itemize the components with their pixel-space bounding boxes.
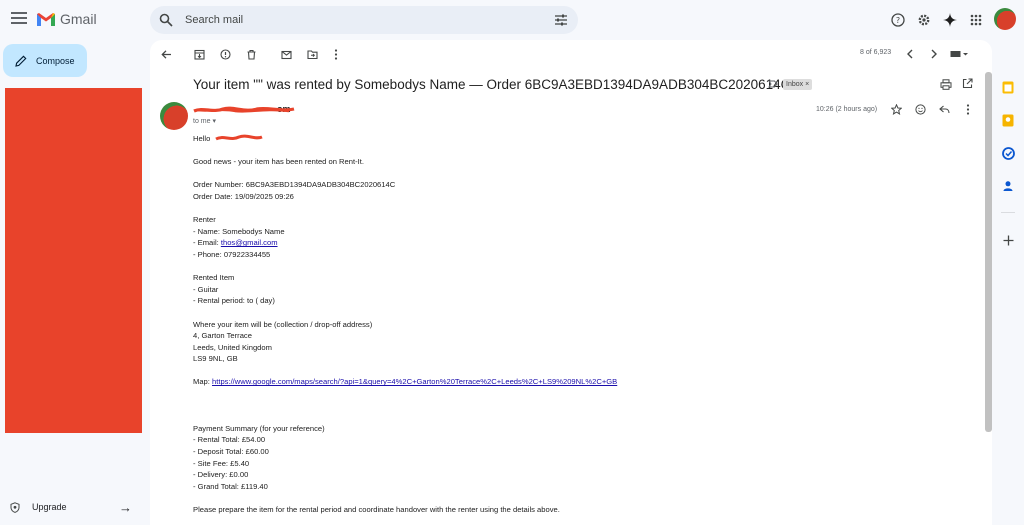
main-menu-icon[interactable] <box>11 12 27 26</box>
map-label: Map: <box>193 377 212 387</box>
renter-email-label: - Email: <box>193 238 221 248</box>
chevron-right-icon[interactable] <box>928 48 940 60</box>
email-view: 8 of 6,923 Your item "" was rented by So… <box>150 40 992 525</box>
contacts-icon[interactable] <box>1001 179 1015 193</box>
site-fee: - Site Fee: £5.40 <box>193 458 250 468</box>
renter-name: - Name: Somebodys Name <box>193 226 285 236</box>
recipient-details-toggle[interactable]: to me ▾ <box>193 117 216 125</box>
redaction-scribble <box>193 106 295 113</box>
delivery-fee: - Delivery: £0.00 <box>193 470 249 480</box>
tasks-icon[interactable] <box>1001 146 1015 160</box>
svg-text:?: ? <box>896 16 900 25</box>
order-date: Order Date: 19/09/2025 09:26 <box>193 191 294 201</box>
email-toolbar: 8 of 6,923 <box>150 40 992 68</box>
reply-icon[interactable] <box>938 103 950 115</box>
gmail-m-icon <box>37 13 55 26</box>
search-options-icon[interactable] <box>554 13 568 27</box>
scrollbar-thumb[interactable] <box>985 72 992 432</box>
redaction-scribble <box>215 134 263 141</box>
important-marker-icon[interactable] <box>768 79 778 89</box>
star-icon[interactable] <box>890 103 902 115</box>
upgrade-label: Upgrade <box>32 502 67 512</box>
renter-email-link[interactable]: thos@gmail.com <box>221 238 278 247</box>
more-vertical-icon[interactable] <box>330 48 342 60</box>
side-panel-divider <box>1001 212 1015 213</box>
rented-item-heading: Rented Item <box>193 273 235 283</box>
delete-trash-icon[interactable] <box>245 48 257 60</box>
rental-total: - Rental Total: £54.00 <box>193 435 266 445</box>
sender-avatar[interactable] <box>160 102 188 130</box>
account-avatar[interactable] <box>994 8 1016 30</box>
grand-total: - Grand Total: £119.40 <box>193 481 268 491</box>
greeting-line: Hello <box>193 133 933 145</box>
search-input[interactable]: Search mail <box>185 14 243 26</box>
address-line-3: LS9 9NL, GB <box>193 354 238 364</box>
address-line-1: 4, Garton Terrace <box>193 331 252 341</box>
keep-icon[interactable] <box>1001 113 1015 127</box>
chevron-left-icon[interactable] <box>904 48 916 60</box>
app-name: Gmail <box>60 11 97 27</box>
top-right-icons: ? <box>890 12 984 28</box>
pager-count: 8 of 6,923 <box>860 49 892 56</box>
email-subject: Your item "" was rented by Somebodys Nam… <box>193 77 791 92</box>
calendar-icon[interactable] <box>1001 80 1015 94</box>
map-link[interactable]: https://www.google.com/maps/search/?api=… <box>212 377 617 386</box>
archive-icon[interactable] <box>193 48 205 60</box>
side-panel <box>996 80 1020 266</box>
gmail-logo[interactable]: Gmail <box>36 11 97 27</box>
recipient-label: to me <box>193 118 211 125</box>
mark-unread-icon[interactable] <box>280 48 292 60</box>
order-number: Order Number: 6BC9A3EBD1394DA9ADB304BC20… <box>193 180 396 190</box>
renter-email-line: - Email: thos@gmail.com <box>193 237 933 249</box>
inbox-label-chip[interactable]: Inbox × <box>783 79 813 90</box>
map-line: Map: https://www.google.com/maps/search/… <box>193 376 933 388</box>
redacted-sidebar-area <box>5 88 142 433</box>
body-line: Good news - your item has been rented on… <box>193 157 364 167</box>
address-heading: Where your item will be (collection / dr… <box>193 319 373 329</box>
emoji-reaction-icon[interactable] <box>914 103 926 115</box>
compose-label: Compose <box>36 55 75 66</box>
open-new-window-icon[interactable] <box>962 78 973 89</box>
top-bar: Gmail Search mail ? <box>0 0 1024 40</box>
address-line-2: Leeds, United Kingdom <box>193 342 272 352</box>
email-timestamp: 10:26 (2 hours ago) <box>816 106 878 113</box>
rented-item-name: - Guitar <box>193 284 219 294</box>
pencil-icon <box>15 55 27 67</box>
greeting-text: Hello <box>193 134 211 143</box>
search-icon[interactable] <box>159 13 173 27</box>
chevron-down-icon[interactable]: ▾ <box>212 118 216 125</box>
rental-period: - Rental period: to ( day) <box>193 296 275 306</box>
shield-icon <box>10 501 20 513</box>
gemini-sparkle-icon[interactable] <box>942 12 958 28</box>
more-options-icon[interactable] <box>962 103 974 115</box>
add-addon-plus-icon[interactable] <box>1001 233 1015 247</box>
arrow-right-icon[interactable]: → <box>119 500 132 515</box>
renter-heading: Renter <box>193 215 216 225</box>
apps-grid-icon[interactable] <box>968 12 984 28</box>
payment-heading: Payment Summary (for your reference) <box>193 423 325 433</box>
renter-phone: - Phone: 07922334455 <box>193 249 271 259</box>
report-spam-icon[interactable] <box>219 48 231 60</box>
upgrade-link[interactable]: Upgrade → <box>10 498 136 516</box>
search-bar[interactable]: Search mail <box>150 6 578 34</box>
email-body: Hello Good news - your item has been ren… <box>193 133 933 516</box>
compose-button[interactable]: Compose <box>3 44 87 77</box>
move-to-folder-icon[interactable] <box>306 48 318 60</box>
back-arrow-icon[interactable] <box>160 48 172 60</box>
deposit-total: - Deposit Total: £60.00 <box>193 447 269 457</box>
input-tools-icon[interactable] <box>950 48 970 60</box>
help-icon[interactable]: ? <box>890 12 906 28</box>
closing-instruction: Please prepare the item for the rental p… <box>193 505 560 514</box>
message-actions <box>890 103 974 115</box>
settings-gear-icon[interactable] <box>916 12 932 28</box>
print-icon[interactable] <box>940 79 952 90</box>
